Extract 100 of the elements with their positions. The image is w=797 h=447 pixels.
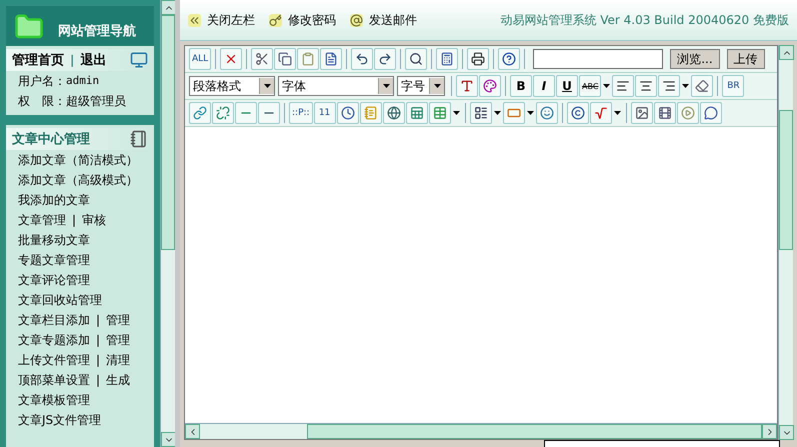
align-center-button[interactable] bbox=[635, 75, 658, 97]
play-icon bbox=[680, 106, 695, 120]
copyright-icon bbox=[570, 106, 585, 120]
bold-button[interactable]: B bbox=[510, 75, 532, 97]
system-title: 动易网站管理系统 Ver 4.03 Build 20040620 免费版 bbox=[500, 12, 789, 28]
menu-link[interactable]: 文章评论管理 bbox=[18, 272, 90, 288]
search-button[interactable] bbox=[405, 48, 428, 70]
palette-icon bbox=[483, 79, 497, 93]
align-left-button[interactable] bbox=[612, 75, 634, 97]
menu-link[interactable]: 清理 bbox=[106, 352, 130, 368]
globe-button[interactable] bbox=[382, 102, 405, 124]
menu-link[interactable]: 文章JS文件管理 bbox=[18, 412, 102, 428]
select-field[interactable]: 字号 bbox=[397, 76, 445, 96]
horizontal-scrollbar[interactable] bbox=[185, 423, 777, 439]
eraser-button[interactable] bbox=[691, 75, 714, 97]
align-right-button[interactable] bbox=[658, 75, 680, 97]
text-color-button[interactable] bbox=[456, 75, 478, 97]
caret-icon bbox=[603, 84, 610, 88]
copyright-button[interactable] bbox=[566, 102, 589, 124]
top-link[interactable]: 关闭左栏 bbox=[188, 12, 255, 28]
menu-link[interactable]: 添加文章（高级模式） bbox=[18, 172, 138, 188]
toolbar-button[interactable]: 11 bbox=[314, 102, 336, 124]
select-field[interactable]: 段落格式 bbox=[189, 76, 275, 96]
toolbar-button[interactable]: ::P:: bbox=[289, 102, 313, 124]
clock-icon bbox=[340, 106, 355, 120]
scroll-left-button[interactable] bbox=[185, 424, 200, 439]
spreadsheet-button[interactable] bbox=[406, 102, 428, 124]
role-label: 权 限： bbox=[18, 93, 66, 109]
align-left-icon bbox=[616, 79, 630, 93]
scroll-right-button[interactable] bbox=[762, 424, 777, 439]
menu-link[interactable]: 批量移动文章 bbox=[18, 232, 90, 248]
menu-link[interactable]: 管理 bbox=[106, 312, 130, 328]
delete-button[interactable] bbox=[220, 48, 242, 70]
field-icon bbox=[506, 106, 521, 120]
printer-button[interactable] bbox=[467, 48, 490, 70]
scroll-up-button[interactable] bbox=[779, 45, 794, 60]
nav-link[interactable]: 退出 bbox=[80, 53, 106, 68]
copy-button[interactable] bbox=[274, 48, 296, 70]
menu-link[interactable]: 文章管理 bbox=[18, 212, 66, 228]
menu-link[interactable]: 文章回收站管理 bbox=[18, 292, 102, 308]
film-icon bbox=[658, 106, 672, 120]
paste-icon bbox=[301, 52, 316, 66]
key-icon bbox=[269, 14, 282, 26]
scroll-up-button[interactable] bbox=[161, 0, 176, 15]
sidebar-scrollbar[interactable] bbox=[160, 0, 176, 447]
redo-icon bbox=[378, 52, 392, 66]
upload-form-button[interactable]: 浏览... bbox=[670, 49, 720, 69]
menu-link[interactable]: 审核 bbox=[82, 212, 106, 228]
underline-button[interactable]: U bbox=[556, 75, 578, 97]
unlink-button[interactable] bbox=[212, 102, 234, 124]
menu-link[interactable]: 文章栏目添加 bbox=[18, 312, 90, 328]
undo-button[interactable] bbox=[351, 48, 374, 70]
globe-icon bbox=[386, 106, 401, 120]
caret-icon bbox=[494, 111, 501, 115]
notepad-icon bbox=[364, 106, 378, 120]
divider-mark: | bbox=[96, 332, 100, 348]
calculator-button[interactable] bbox=[436, 48, 458, 70]
toolbar-button[interactable]: ALL bbox=[189, 48, 212, 70]
scroll-down-button[interactable] bbox=[161, 432, 176, 447]
menu-link[interactable]: 管理 bbox=[106, 332, 130, 348]
menu-link[interactable]: 我添加的文章 bbox=[18, 192, 90, 208]
paste-button[interactable] bbox=[297, 48, 320, 70]
top-link[interactable]: 发送邮件 bbox=[350, 12, 417, 28]
top-link[interactable]: 修改密码 bbox=[269, 12, 336, 28]
select-field[interactable]: 字体 bbox=[278, 76, 394, 96]
palette-button[interactable] bbox=[479, 75, 501, 97]
menu-link[interactable]: 文章模板管理 bbox=[18, 392, 90, 408]
strikethrough-button[interactable]: ABC bbox=[579, 75, 602, 97]
redo-button[interactable] bbox=[374, 48, 396, 70]
link-button[interactable] bbox=[189, 102, 211, 124]
menu-link[interactable]: 顶部菜单设置 bbox=[18, 372, 90, 388]
menu-link[interactable]: 生成 bbox=[106, 372, 130, 388]
scroll-down-button[interactable] bbox=[779, 425, 794, 440]
clock-button[interactable] bbox=[336, 102, 359, 124]
menu-link[interactable]: 文章专题添加 bbox=[18, 332, 90, 348]
menu-link[interactable]: 专题文章管理 bbox=[18, 252, 90, 268]
divider-mark: | bbox=[96, 352, 100, 368]
caret-icon bbox=[682, 84, 690, 88]
smiley-button[interactable] bbox=[536, 102, 558, 124]
help-button[interactable] bbox=[498, 48, 520, 70]
field-button[interactable] bbox=[502, 102, 525, 124]
printer-icon bbox=[471, 52, 486, 66]
chat-button[interactable] bbox=[700, 102, 722, 124]
play-button[interactable] bbox=[676, 102, 699, 124]
toolbar-button[interactable]: BR bbox=[722, 75, 744, 97]
formula-button[interactable] bbox=[590, 102, 612, 124]
film-button[interactable] bbox=[654, 102, 676, 124]
cut-button[interactable] bbox=[251, 48, 274, 70]
form-button[interactable] bbox=[470, 102, 492, 124]
menu-link[interactable]: 添加文章（简洁模式） bbox=[18, 152, 138, 168]
unlink-icon bbox=[216, 106, 230, 120]
nav-link[interactable]: 管理首页 bbox=[12, 53, 64, 68]
text-color-icon bbox=[460, 79, 474, 93]
italic-button[interactable]: I bbox=[533, 75, 555, 97]
align-center-icon bbox=[639, 79, 654, 93]
menu-link[interactable]: 上传文件管理 bbox=[18, 352, 90, 368]
picture-button[interactable] bbox=[630, 102, 653, 124]
editor-scrollbar[interactable] bbox=[778, 45, 793, 440]
upload-form-button[interactable]: 上传 bbox=[726, 49, 765, 69]
file-input-field[interactable] bbox=[533, 49, 664, 69]
